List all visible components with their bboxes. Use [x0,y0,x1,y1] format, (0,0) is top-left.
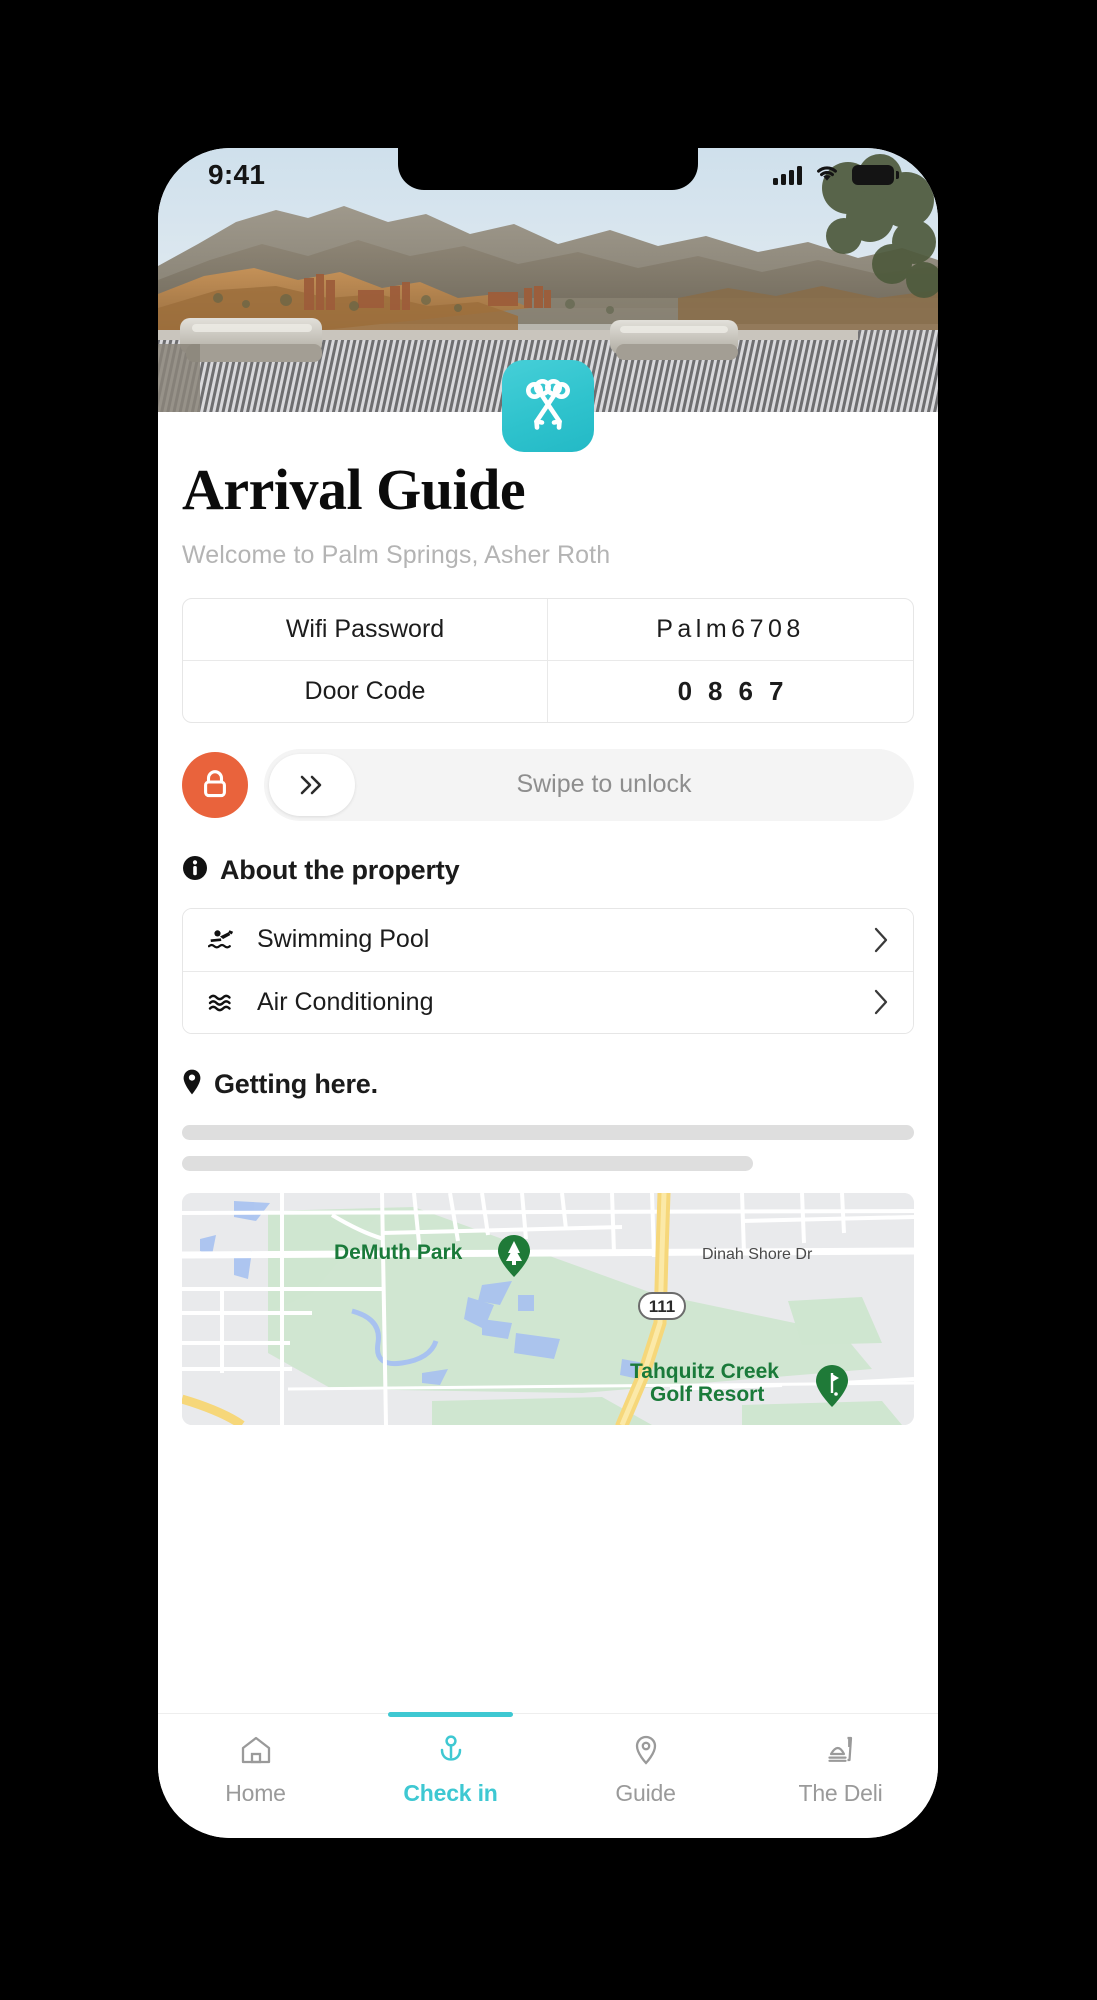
info-circle-icon [182,855,208,886]
skeleton-line [182,1124,914,1140]
getting-here-heading: Getting here. [182,1068,914,1101]
page-content: Arrival Guide Welcome to Palm Springs, A… [158,412,938,1713]
about-property-title: About the property [220,854,460,885]
table-row-door-code: Door Code 0867 [183,659,913,722]
map-pin-icon [182,1068,202,1101]
chevron-right-icon[interactable] [871,987,891,1017]
lock-glyph [204,770,226,798]
map-label-demuth-park: DeMuth Park [334,1241,463,1264]
bottom-tab-bar: Home Check in Guide The Deli [158,1712,938,1838]
chevron-right-icon[interactable] [871,925,891,955]
list-item-swimming-pool[interactable]: Swimming Pool [183,908,913,971]
skeleton-line [182,1155,753,1171]
unlock-control: Swipe to unlock [182,748,914,821]
swimmer-icon [207,929,237,951]
chevron-right-glyph [874,927,888,953]
swipe-to-unlock-track[interactable]: Swipe to unlock [264,748,914,821]
amenities-list: Swimming Pool Air Conditioning [182,907,914,1034]
crossed-keys-glyph [526,379,570,430]
map-highway-shield-111: 111 [638,1291,686,1320]
food-tray-icon [824,1734,858,1771]
waves-glyph [208,995,231,1012]
check-in-glyph [440,1735,461,1761]
swipe-to-unlock-label: Swipe to unlock [516,770,692,799]
list-item-air-conditioning[interactable]: Air Conditioning [183,970,913,1033]
amenity-label: Air Conditioning [257,987,434,1016]
amenity-label: Swimming Pool [257,925,430,954]
chevron-right-glyph [874,990,888,1015]
phone-frame: 9:41 Arrival Guide Welcome to Palm Sprin… [158,148,938,1838]
home-icon [239,1734,273,1771]
swimmer-glyph [208,930,234,949]
double-chevron-right-icon[interactable] [269,753,355,816]
map-pin-glyph [183,1069,201,1095]
wifi-password-label: Wifi Password [183,598,548,660]
crossed-keys-icon [502,360,594,452]
tab-label: Check in [403,1780,498,1806]
property-info-table: Wifi Password Palm6708 Door Code 0867 [182,597,914,723]
door-code-label: Door Code [183,660,548,722]
wifi-icon [814,163,840,187]
active-tab-indicator [388,1712,513,1717]
wifi-password-value[interactable]: Palm6708 [548,599,913,660]
food-tray-glyph [827,1736,852,1762]
double-chevron-glyph [300,775,322,795]
svg-text:111: 111 [649,1297,676,1316]
screenshot-canvas: 9:41 Arrival Guide Welcome to Palm Sprin… [0,0,1097,2000]
page-title: Arrival Guide [182,457,526,522]
tab-home[interactable]: Home [158,1714,353,1838]
home-glyph [241,1736,270,1764]
waves-icon [207,991,237,1013]
status-icon-group [773,163,899,187]
tab-label: Home [225,1780,286,1806]
battery-icon [852,165,899,185]
map-label-dinah-shore: Dinah Shore Dr [702,1246,813,1263]
check-in-pin-icon [434,1734,468,1771]
map-illustration: DeMuth Park Dinah Shore Dr Tahquitz Cree… [182,1192,914,1425]
table-row-wifi: Wifi Password Palm6708 [183,598,913,660]
getting-here-title: Getting here. [214,1068,378,1099]
tab-the-deli[interactable]: The Deli [743,1714,938,1838]
tab-label: The Deli [798,1780,883,1806]
info-circle-glyph [183,855,207,880]
cellular-signal-icon [773,165,802,185]
device-notch [398,148,698,190]
about-property-heading: About the property [182,855,914,886]
tab-label: Guide [615,1780,676,1806]
page-subtitle: Welcome to Palm Springs, Asher Roth [182,540,611,569]
door-code-value[interactable]: 0867 [548,661,913,722]
location-map[interactable]: DeMuth Park Dinah Shore Dr Tahquitz Cree… [182,1192,914,1425]
map-label-tahquitz-creek: Tahquitz Creek [630,1360,779,1383]
lock-closed-icon[interactable] [182,751,248,818]
map-label-golf-resort: Golf Resort [650,1383,764,1406]
status-time: 9:41 [208,159,266,190]
location-pin-glyph [635,1735,656,1765]
tab-guide[interactable]: Guide [548,1714,743,1838]
location-pin-icon [629,1734,663,1771]
tab-check-in[interactable]: Check in [353,1712,548,1838]
